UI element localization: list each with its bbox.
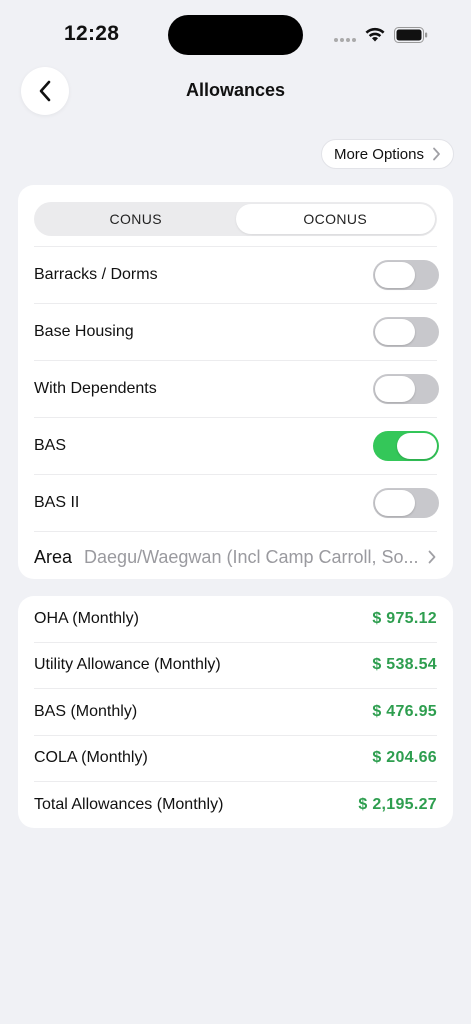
status-time: 12:28 <box>64 22 120 45</box>
summary-label: OHA (Monthly) <box>34 609 139 627</box>
summary-row-utility: Utility Allowance (Monthly) $ 538.54 <box>34 641 437 689</box>
area-selector[interactable]: Area Daegu/Waegwan (Incl Camp Carroll, S… <box>34 531 437 582</box>
summary-amount: $ 975.12 <box>372 609 437 627</box>
segment-oconus[interactable]: OCONUS <box>235 204 435 234</box>
summary-label: Total Allowances (Monthly) <box>34 795 224 813</box>
setting-label: Barracks / Dorms <box>34 266 158 283</box>
more-options-label: More Options <box>333 145 424 163</box>
setting-row-bas-ii: BAS II <box>34 474 439 531</box>
summary-row-cola: COLA (Monthly) $ 204.66 <box>34 734 437 782</box>
setting-label: BAS II <box>34 494 80 511</box>
summary-label: BAS (Monthly) <box>34 702 138 720</box>
summary-row-oha: OHA (Monthly) $ 975.12 <box>34 596 437 642</box>
barracks-toggle[interactable] <box>373 260 439 290</box>
setting-label: With Dependents <box>34 380 157 397</box>
cellular-signal-icon <box>334 38 356 42</box>
location-segmented-control: CONUS OCONUS <box>34 202 437 236</box>
with-dependents-toggle[interactable] <box>373 374 439 404</box>
area-value: Daegu/Waegwan (Incl Camp Carroll, So... <box>84 546 419 567</box>
setting-row-base-housing: Base Housing <box>34 303 439 360</box>
more-options-button[interactable]: More Options <box>320 139 454 169</box>
setting-label: Base Housing <box>34 323 134 340</box>
setting-label: BAS <box>34 437 67 454</box>
summary-row-bas: BAS (Monthly) $ 476.95 <box>34 688 437 735</box>
chevron-right-icon <box>433 147 440 161</box>
summary-label: COLA (Monthly) <box>34 749 148 767</box>
bas-ii-toggle[interactable] <box>373 488 439 518</box>
chevron-right-icon <box>428 550 436 564</box>
allowance-summary-card: OHA (Monthly) $ 975.12 Utility Allowance… <box>18 596 453 828</box>
area-label: Area <box>34 546 73 567</box>
settings-card: CONUS OCONUS Barracks / Dorms Base Housi… <box>18 185 453 579</box>
status-bar: 12:28 <box>0 0 471 60</box>
summary-label: Utility Allowance (Monthly) <box>34 656 221 674</box>
dynamic-island <box>168 15 303 55</box>
segment-conus[interactable]: CONUS <box>36 204 236 234</box>
wifi-icon <box>365 27 385 42</box>
page-title: Allowances <box>185 80 286 100</box>
setting-row-with-dependents: With Dependents <box>34 360 439 417</box>
summary-amount: $ 204.66 <box>372 749 437 767</box>
summary-amount: $ 538.54 <box>372 656 437 674</box>
bas-toggle[interactable] <box>373 431 439 461</box>
summary-amount: $ 2,195.27 <box>358 795 437 813</box>
base-housing-toggle[interactable] <box>373 317 439 347</box>
summary-amount: $ 476.95 <box>372 702 437 720</box>
summary-row-total: Total Allowances (Monthly) $ 2,195.27 <box>34 781 437 828</box>
setting-row-barracks: Barracks / Dorms <box>34 246 439 303</box>
setting-row-bas: BAS <box>34 417 439 474</box>
battery-icon <box>394 27 428 43</box>
